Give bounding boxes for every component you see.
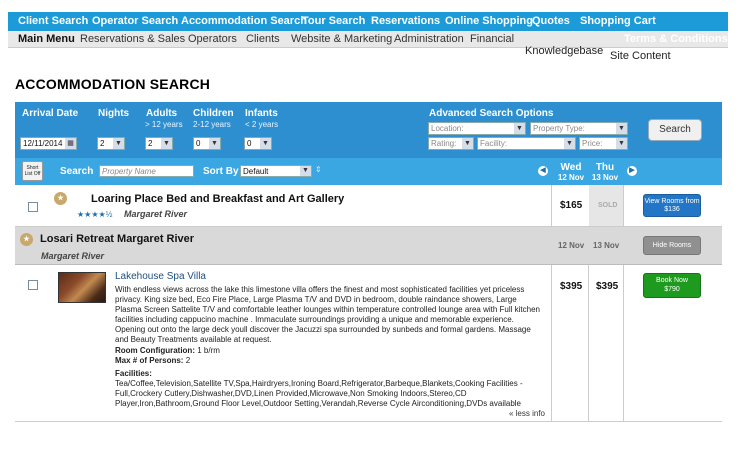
result-row-loaring: ★ Loaring Place Bed and Breakfast and Ar… <box>15 185 722 227</box>
sort-by-select[interactable]: Default ▼ <box>240 165 312 177</box>
nav-online-shopping[interactable]: Online Shopping <box>445 15 533 27</box>
sold-label: SOLD <box>598 202 618 209</box>
arrival-date-input[interactable]: 12/11/2014 ▦ <box>20 137 77 150</box>
calendar-icon[interactable]: ▦ <box>65 138 76 149</box>
property-location: Margaret River <box>124 209 188 219</box>
children-select[interactable]: 0 ▼ <box>193 137 221 150</box>
search-label: Search <box>60 166 94 177</box>
adults-select[interactable]: 2 ▼ <box>145 137 173 150</box>
arrival-date-label: Arrival Date <box>22 108 79 119</box>
chevron-down-icon: ▼ <box>161 138 172 149</box>
room-row-lakehouse: Lakehouse Spa Villa With endless views a… <box>15 265 722 422</box>
adults-age-hint: > 12 years <box>145 120 183 129</box>
search-filter-panel: Arrival Date 12/11/2014 ▦ Nights 2 ▼ Adult… <box>15 102 722 158</box>
property-name-input[interactable]: Property Name <box>99 165 194 177</box>
prev-dates-icon[interactable]: ◀ <box>538 166 548 176</box>
room-description: With endless views across the lake this … <box>115 285 545 419</box>
children-age-hint: 2-12 years <box>193 120 231 129</box>
price-select[interactable]: Price: ▼ <box>579 137 628 150</box>
room-select-checkbox[interactable] <box>28 280 38 290</box>
property-location: Margaret River <box>41 251 105 261</box>
divider <box>588 265 589 421</box>
hide-rooms-button[interactable]: Hide Rooms <box>643 236 701 255</box>
next-dates-icon[interactable]: ▶ <box>627 166 637 176</box>
nav-operator-search[interactable]: Operator Search <box>92 15 178 27</box>
children-label: Children <box>193 108 234 119</box>
location-select[interactable]: Location: ▼ <box>428 122 526 135</box>
nav-tour-search[interactable]: Tour Search <box>302 15 365 27</box>
link-knowledgebase[interactable]: Knowledgebase <box>525 45 603 57</box>
property-name[interactable]: Losari Retreat Margaret River <box>40 233 194 245</box>
nights-label: Nights <box>98 108 130 119</box>
rating-select[interactable]: Rating: ▼ <box>428 137 474 150</box>
subnav-terms-conditions[interactable]: Terms & Conditions <box>624 33 728 45</box>
sub-nav-bar: Main Menu Reservations & Sales Operators… <box>8 31 728 48</box>
chevron-down-icon: ▼ <box>209 138 220 149</box>
nav-quotes[interactable]: Quotes <box>532 15 570 27</box>
infants-label: Infants <box>245 108 278 119</box>
star-rating: ★★★★½ <box>77 210 113 219</box>
divider <box>623 265 624 421</box>
chevron-down-icon: ▼ <box>260 138 271 149</box>
chevron-down-icon: ▼ <box>113 138 124 149</box>
nav-client-search[interactable]: Client Search <box>18 15 88 27</box>
nav-accommodation-search[interactable]: Accommodation Search <box>181 15 307 27</box>
facility-select[interactable]: Facility: ▼ <box>477 137 576 150</box>
room-price-day-1: $395 <box>560 281 583 292</box>
page-title: ACCOMMODATION SEARCH <box>15 76 211 92</box>
sort-order-icon[interactable]: ⇕ <box>315 165 322 174</box>
subnav-financial[interactable]: Financial <box>470 33 514 45</box>
room-thumbnail[interactable] <box>58 272 106 303</box>
shortlist-checkbox[interactable] <box>28 202 38 212</box>
view-rooms-button[interactable]: View Rooms from $136 <box>643 194 701 217</box>
chevron-down-icon: ▼ <box>462 138 473 149</box>
top-nav-bar: Client Search Operator Search Accommodat… <box>8 12 728 31</box>
chevron-down-icon: ▼ <box>300 166 311 176</box>
date-label-1: 12 Nov <box>558 241 585 250</box>
date-header-2: Thu 13 Nov <box>591 162 619 182</box>
chevron-down-icon: ▼ <box>564 138 575 149</box>
nights-select[interactable]: 2 ▼ <box>97 137 125 150</box>
property-name[interactable]: Loaring Place Bed and Breakfast and Art … <box>91 193 344 205</box>
link-site-content[interactable]: Site Content <box>610 50 671 62</box>
divider <box>623 185 624 226</box>
nav-reservations[interactable]: Reservations <box>371 15 440 27</box>
date-label-2: 13 Nov <box>593 241 620 250</box>
book-now-button[interactable]: Book Now $790 <box>643 273 701 298</box>
property-type-select[interactable]: Property Type: ▼ <box>530 122 628 135</box>
divider <box>551 185 552 226</box>
chevron-down-icon: ▼ <box>616 138 627 149</box>
subnav-reservations-sales[interactable]: Reservations & Sales <box>80 33 185 45</box>
shortlist-toggle-button[interactable]: Short List Off <box>22 161 43 181</box>
subnav-clients[interactable]: Clients <box>246 33 280 45</box>
property-badge-icon: ★ <box>54 192 67 205</box>
room-price-day-2: $395 <box>596 281 619 292</box>
price-day-1: $165 <box>560 200 583 211</box>
date-header-1: Wed 12 Nov <box>557 162 585 182</box>
subnav-administration[interactable]: Administration <box>394 33 464 45</box>
sort-by-label: Sort By <box>203 166 239 177</box>
sort-bar: Short List Off Search Property Name Sort … <box>15 158 722 185</box>
subnav-main-menu[interactable]: Main Menu <box>18 33 75 45</box>
advanced-search-label: Advanced Search Options <box>429 108 554 119</box>
nav-shopping-cart[interactable]: Shopping Cart <box>580 15 656 27</box>
room-name[interactable]: Lakehouse Spa Villa <box>115 271 206 282</box>
result-row-losari: ★ Losari Retreat Margaret River Margaret… <box>15 227 722 265</box>
infants-select[interactable]: 0 ▼ <box>244 137 272 150</box>
subnav-website-marketing[interactable]: Website & Marketing <box>291 33 392 45</box>
chevron-down-icon: ▼ <box>514 123 525 134</box>
divider <box>551 265 552 421</box>
infants-age-hint: < 2 years <box>245 120 279 129</box>
adults-label: Adults <box>146 108 178 119</box>
search-button[interactable]: Search <box>648 119 702 141</box>
property-badge-icon: ★ <box>20 233 33 246</box>
chevron-down-icon: ▼ <box>616 123 627 134</box>
subnav-operators[interactable]: Operators <box>188 33 237 45</box>
less-info-link[interactable]: « less info <box>115 409 545 419</box>
